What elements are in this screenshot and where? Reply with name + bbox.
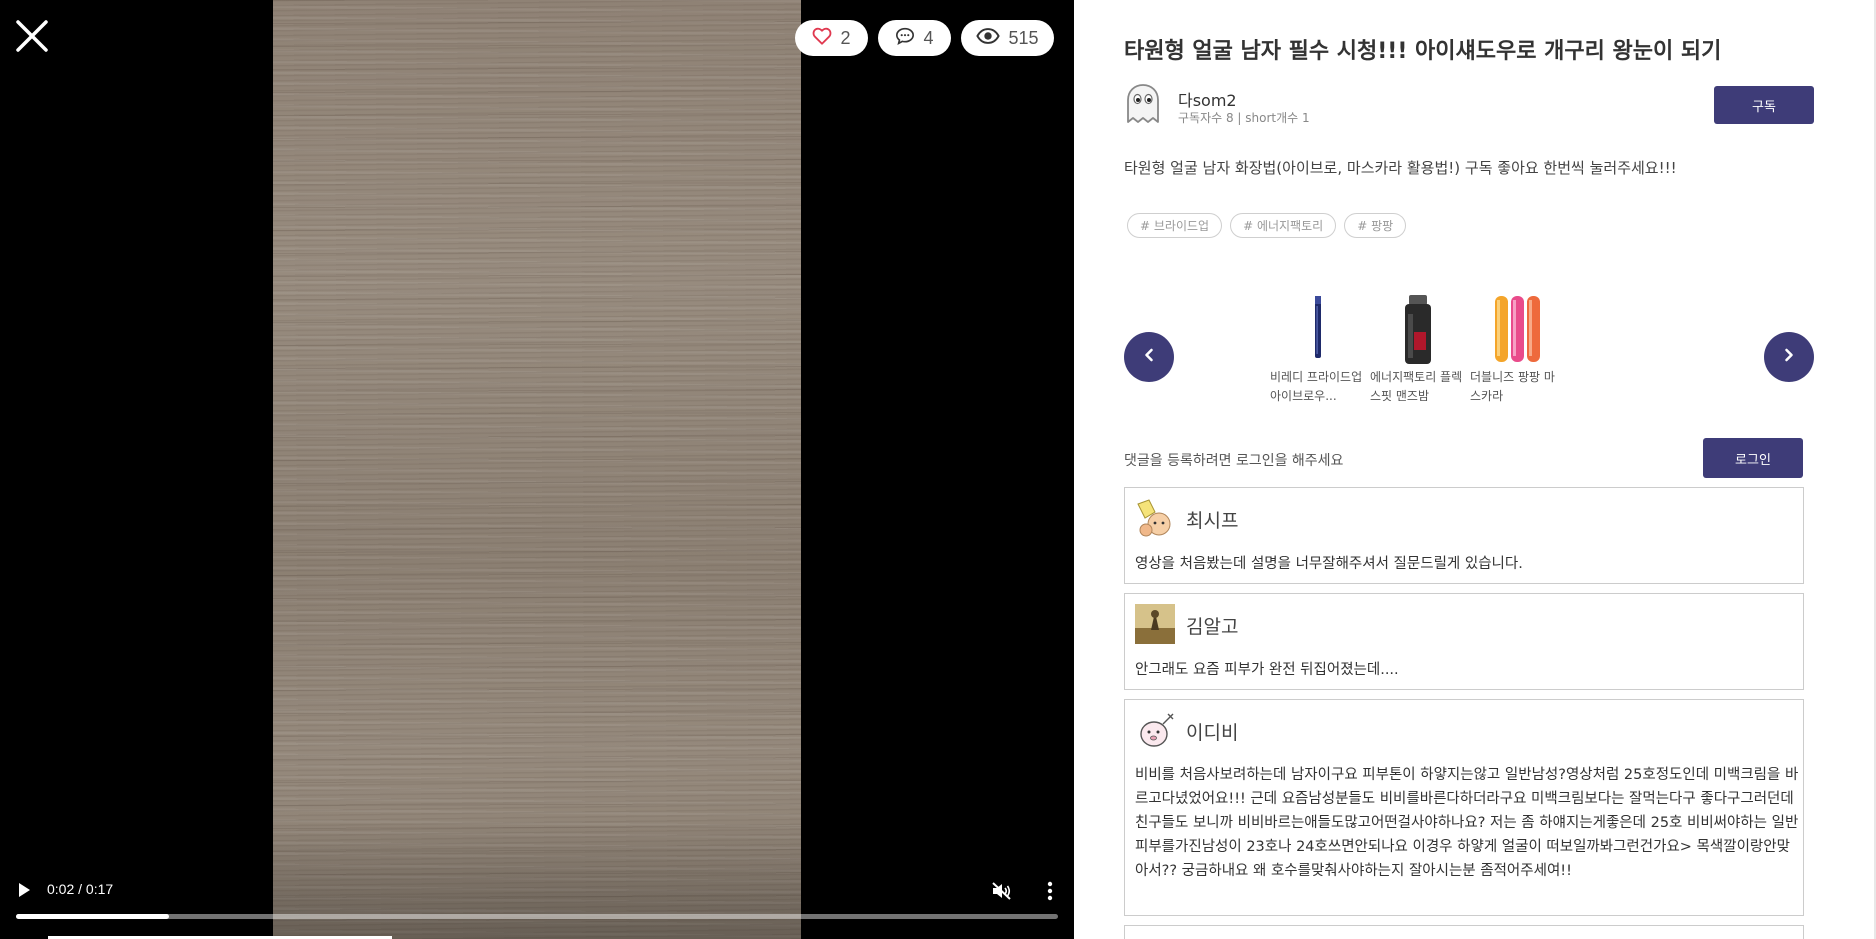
page-title: 타원형 얼굴 남자 필수 시청!!! 아이섀도우로 개구리 왕눈이 되기 [1124,39,1722,64]
avatar [1135,604,1175,644]
chevron-left-icon [1141,347,1157,367]
subscribe-button[interactable]: 구독 [1714,86,1814,124]
speech-bubble-icon [895,27,915,50]
eyebrow-pencil-icon [1282,294,1354,366]
comment-card [1124,925,1804,939]
video-player[interactable]: 2 4 515 0:02 / 0:17 [0,0,1074,939]
comment-author: 최시프 [1186,510,1239,532]
login-button[interactable]: 로그인 [1703,438,1803,478]
time-display: 0:02 / 0:17 [47,881,114,897]
progress-fill [16,914,170,919]
avatar [1135,710,1175,750]
tag-chip[interactable]: # 에너지팩토리 [1230,213,1337,238]
close-icon[interactable] [14,18,50,54]
product-card[interactable]: 더블니즈 팡팡 마스카라 [1470,294,1565,406]
login-prompt-text: 댓글을 등록하려면 로그인을 해주세요 [1124,453,1344,469]
comment-text: 비비를 처음사보려하는데 남자이구요 피부톤이 하얗지는않고 일반남성?영상처럼… [1135,767,1799,879]
comments-button[interactable]: 4 [878,20,951,56]
views-counter: 515 [961,20,1054,56]
muted-speaker-icon[interactable] [990,881,1012,901]
more-options-icon[interactable] [1040,880,1060,902]
video-description: 타원형 얼굴 남자 화장법(아이브로, 마스카라 활용법!) 구독 좋아요 한번… [1124,159,1677,177]
avatar [1135,498,1175,538]
chevron-right-icon [1781,347,1797,367]
comment-card: 이디비 비비를 처음사보려하는데 남자이구요 피부톤이 하얗지는않고 일반남성?… [1124,699,1804,916]
detail-panel: 타원형 얼굴 남자 필수 시청!!! 아이섀도우로 개구리 왕눈이 되기 다so… [1074,0,1876,939]
product-name: 에너지팩토리 플렉스핏 맨즈밤 [1370,370,1463,403]
product-card[interactable]: 비레디 프라이드업 아이브로우... [1270,294,1365,406]
eye-icon [976,27,1001,50]
tag-chip[interactable]: # 브라이드업 [1127,213,1223,238]
mascara-tubes-icon [1482,294,1554,366]
play-icon[interactable] [16,881,32,899]
product-name: 비레디 프라이드업 아이브로우... [1270,370,1363,403]
author-name[interactable]: 다som2 [1178,87,1237,111]
avatar[interactable] [1122,82,1164,124]
balm-bottle-icon [1382,294,1454,366]
tag-list: # 브라이드업 # 에너지팩토리 # 팡팡 [1127,213,1407,238]
tag-chip[interactable]: # 팡팡 [1344,213,1407,238]
comment-card: 김알고 안그래도 요즘 피부가 완전 뒤집어졌는데.... [1124,593,1804,690]
heart-icon [812,27,832,50]
comment-count: 4 [923,27,934,48]
carousel-next-button[interactable] [1764,332,1814,382]
carousel-prev-button[interactable] [1124,332,1174,382]
product-name: 더블니즈 팡팡 마스카라 [1470,370,1555,403]
like-count: 2 [840,27,851,48]
video-controls: 0:02 / 0:17 [0,839,1074,939]
comment-text: 안그래도 요즘 피부가 완전 뒤집어졌는데.... [1135,662,1399,678]
author-stats: 구독자수 8 | short개수 1 [1178,111,1310,125]
like-button[interactable]: 2 [795,20,868,56]
comment-text: 영상을 처음봤는데 설명을 너무잘해주셔서 질문드릴게 있습니다. [1135,556,1523,572]
comment-author: 김알고 [1186,616,1239,638]
video-frame[interactable] [273,0,801,939]
view-count: 515 [1008,27,1039,48]
product-card[interactable]: 에너지팩토리 플렉스핏 맨즈밤 [1370,294,1465,406]
comment-card: 최시프 영상을 처음봤는데 설명을 너무잘해주셔서 질문드릴게 있습니다. [1124,487,1804,584]
comment-author: 이디비 [1186,722,1239,744]
progress-bar[interactable] [16,914,1058,919]
